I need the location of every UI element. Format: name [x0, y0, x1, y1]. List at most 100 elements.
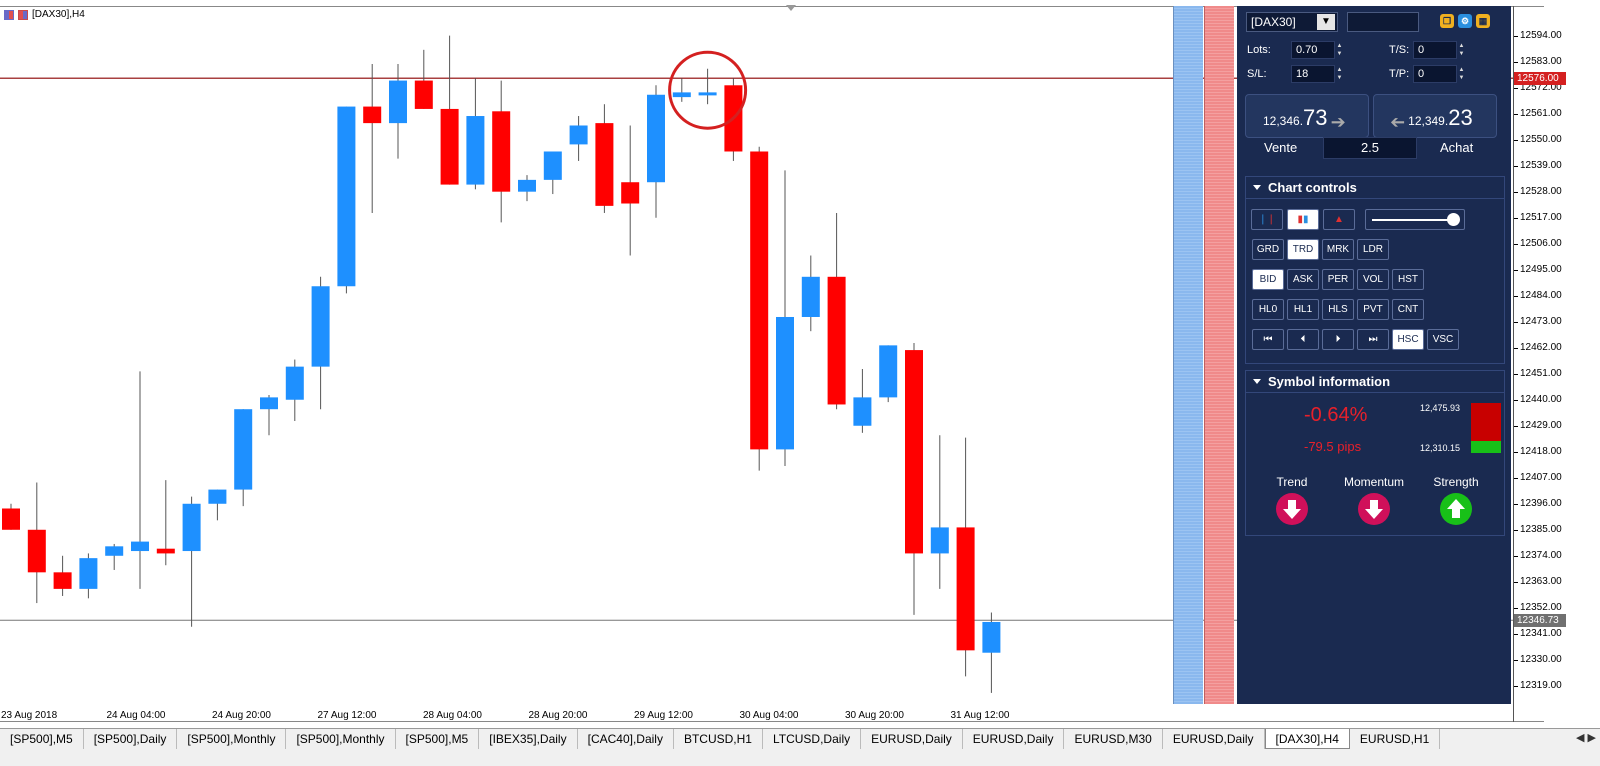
- layout-icon[interactable]: ▦: [1476, 14, 1490, 28]
- control-button-pvt[interactable]: PVT: [1357, 299, 1389, 320]
- chart-tab[interactable]: BTCUSD,H1: [674, 729, 763, 749]
- chart-tabs: [SP500],M5 [SP500],Daily [SP500],Monthly [S…: [0, 728, 1600, 750]
- spin-arrows-icon[interactable]: ▲ ▼: [1457, 42, 1466, 58]
- candle-body: [569, 125, 588, 145]
- gear-icon[interactable]: ⚙: [1458, 14, 1472, 28]
- spin-arrows-icon[interactable]: ▲ ▼: [1335, 42, 1344, 58]
- price-tick-label: 12418.00: [1514, 446, 1562, 457]
- candle-body: [27, 529, 46, 573]
- lots-value: 0.70: [1296, 44, 1318, 56]
- price-tick-label: 12341.00: [1514, 628, 1562, 639]
- chart-tab[interactable]: [SP500],Daily: [84, 729, 178, 749]
- control-button-bid[interactable]: BID: [1252, 269, 1284, 290]
- candle-body: [750, 151, 769, 450]
- control-button-grd[interactable]: GRD: [1252, 239, 1284, 260]
- chart-tab[interactable]: [SP500],M5: [0, 729, 84, 749]
- price-tick-label: 12462.00: [1514, 342, 1562, 353]
- control-button-ask[interactable]: ASK: [1287, 269, 1319, 290]
- candle-body: [905, 350, 923, 554]
- candle-body: [466, 116, 485, 185]
- tab-scroll-arrows-icon[interactable]: ◀ ▶: [1576, 731, 1596, 744]
- tp-value: 0: [1418, 68, 1425, 80]
- control-button-hls[interactable]: HLS: [1322, 299, 1354, 320]
- arrow-left-icon: ➔: [1390, 111, 1406, 132]
- control-button-⏮[interactable]: ⏮: [1252, 329, 1284, 350]
- candle-body: [776, 316, 794, 450]
- control-button-hl1[interactable]: HL1: [1287, 299, 1319, 320]
- sell-price-small: 12,346.: [1263, 114, 1304, 128]
- control-button-vol[interactable]: VOL: [1357, 269, 1389, 290]
- chart-tab[interactable]: [SP500],Monthly: [286, 729, 396, 749]
- lots-field[interactable]: 0.70 ▲ ▼: [1291, 41, 1342, 59]
- price-tick-text: 12440.00: [1520, 393, 1562, 405]
- chart-tab[interactable]: [DAX30],H4: [1264, 729, 1350, 749]
- tp-field[interactable]: 0 ▲ ▼: [1413, 65, 1464, 83]
- ts-field[interactable]: 0 ▲ ▼: [1413, 41, 1464, 59]
- control-button-mrk[interactable]: MRK: [1322, 239, 1354, 260]
- sl-field[interactable]: 18 ▲ ▼: [1291, 65, 1342, 83]
- price-tick-text: 12528.00: [1520, 185, 1562, 197]
- chart-tab[interactable]: EURUSD,H1: [1350, 729, 1441, 749]
- sell-button[interactable]: 12,346.73 ➔: [1245, 94, 1369, 138]
- candle-body: [440, 108, 459, 185]
- control-button-cnt[interactable]: CNT: [1392, 299, 1424, 320]
- control-button-trd[interactable]: TRD: [1287, 239, 1319, 260]
- candle-chart-icon[interactable]: ▮▮: [1287, 209, 1319, 230]
- candle-body: [79, 558, 98, 589]
- ask-band: [1204, 6, 1234, 704]
- momentum-down-icon: [1358, 493, 1390, 525]
- price-tick-label: 12407.00: [1514, 472, 1562, 483]
- zoom-slider-knob[interactable]: [1447, 213, 1460, 226]
- chart-tab[interactable]: EURUSD,M30: [1064, 729, 1163, 749]
- price-tick-label: 12451.00: [1514, 368, 1562, 379]
- chart-tab[interactable]: [CAC40],Daily: [578, 729, 674, 749]
- status-strip: [0, 750, 1600, 766]
- chart-tab[interactable]: EURUSD,Daily: [1163, 729, 1265, 749]
- price-tick-label: 12330.00: [1514, 654, 1562, 665]
- candle-body: [853, 397, 872, 426]
- price-tick-label: 12594.00: [1514, 30, 1562, 41]
- candle-body: [285, 366, 304, 400]
- chart-tab[interactable]: [SP500],Monthly: [177, 729, 287, 749]
- chart-controls-title: Chart controls: [1268, 180, 1357, 195]
- spin-arrows-icon[interactable]: ▲ ▼: [1335, 66, 1344, 82]
- time-tick-label: 30 Aug 04:00: [739, 710, 799, 721]
- copy-icon[interactable]: ❐: [1440, 14, 1454, 28]
- chart-tab[interactable]: EURUSD,Daily: [861, 729, 963, 749]
- ts-label: T/S:: [1389, 44, 1410, 56]
- chart-tab[interactable]: [IBEX35],Daily: [479, 729, 578, 749]
- price-tick-text: 12385.00: [1520, 523, 1562, 535]
- line-chart-icon[interactable]: ▲: [1323, 209, 1355, 230]
- buy-button[interactable]: ➔ 12,349.23: [1373, 94, 1497, 138]
- control-button-per[interactable]: PER: [1322, 269, 1354, 290]
- buy-price-small: 12,349.: [1408, 114, 1449, 128]
- price-tick-label: 12352.00: [1514, 602, 1562, 613]
- price-tick-label: 12495.00: [1514, 264, 1562, 275]
- control-button-hl0[interactable]: HL0: [1252, 299, 1284, 320]
- chart-tab[interactable]: EURUSD,Daily: [963, 729, 1065, 749]
- price-tick-label: 12429.00: [1514, 420, 1562, 431]
- chart-tab[interactable]: [SP500],M5: [396, 729, 480, 749]
- price-tick-label: 12385.00: [1514, 524, 1562, 535]
- control-button-⏭[interactable]: ⏭: [1357, 329, 1389, 350]
- symbol-info-header[interactable]: Symbol information: [1246, 371, 1504, 393]
- control-button-hsc[interactable]: HSC: [1392, 329, 1424, 350]
- control-button-⏵[interactable]: ⏵: [1322, 329, 1354, 350]
- control-button-vsc[interactable]: VSC: [1427, 329, 1459, 350]
- chart-controls-header[interactable]: Chart controls: [1246, 177, 1504, 199]
- candle-body: [311, 286, 330, 367]
- chart-tab[interactable]: LTCUSD,Daily: [763, 729, 862, 749]
- buy-label: Achat: [1440, 140, 1474, 155]
- symbol-extra-field[interactable]: [1347, 12, 1419, 32]
- spread-value: 2.5: [1323, 137, 1417, 159]
- zoom-slider[interactable]: [1365, 209, 1465, 230]
- bar-chart-icon[interactable]: ❘❘: [1251, 209, 1283, 230]
- symbol-select[interactable]: [DAX30] ▼: [1246, 12, 1338, 32]
- candle-body: [827, 276, 846, 405]
- spin-arrows-icon[interactable]: ▲ ▼: [1457, 66, 1466, 82]
- control-button-hst[interactable]: HST: [1392, 269, 1424, 290]
- control-button-⏴[interactable]: ⏴: [1287, 329, 1319, 350]
- chart-shift-marker[interactable]: [786, 5, 796, 11]
- control-button-ldr[interactable]: LDR: [1357, 239, 1389, 260]
- chevron-down-icon[interactable]: ▼: [1317, 14, 1335, 30]
